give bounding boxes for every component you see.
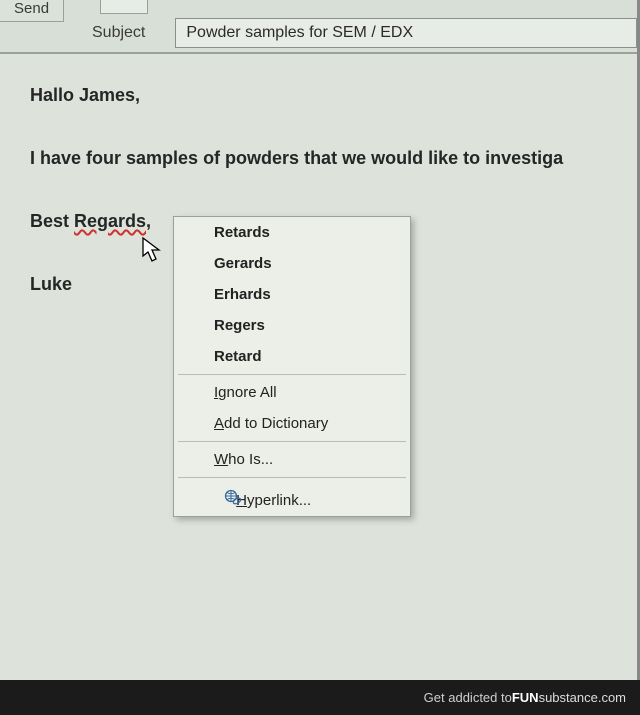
- subject-label: Subject: [82, 20, 163, 46]
- send-button[interactable]: Send: [0, 0, 64, 22]
- spellcheck-context-menu: Retards Gerards Erhards Regers Retard Ig…: [173, 216, 411, 517]
- mouse-cursor-icon: [142, 237, 164, 265]
- watermark-footer: Get addicted to FUNsubstance.com: [0, 680, 640, 715]
- footer-brand: FUN: [512, 690, 539, 705]
- hyperlink-text: yperlink...: [247, 492, 311, 509]
- add-to-dictionary-item[interactable]: Add to Dictionary: [174, 408, 410, 439]
- closing-misspelled-word[interactable]: Regards: [74, 211, 146, 231]
- menu-separator: [178, 477, 406, 478]
- closing-prefix: Best: [30, 211, 74, 231]
- footer-sub: substance: [539, 690, 598, 705]
- whois-text: ho Is...: [228, 451, 273, 468]
- who-is-item[interactable]: Who Is...: [174, 444, 410, 475]
- adddict-text: dd to Dictionary: [224, 415, 328, 432]
- suggestion-item[interactable]: Erhards: [174, 279, 410, 310]
- body-greeting: Hallo James,: [30, 82, 629, 109]
- subject-input[interactable]: [175, 18, 637, 48]
- hyperlink-icon: [224, 489, 242, 509]
- closing-suffix: ,: [146, 211, 151, 231]
- body-paragraph: I have four samples of powders that we w…: [30, 145, 629, 172]
- suggestion-item[interactable]: Regers: [174, 310, 410, 341]
- subject-row: Subject: [82, 18, 637, 48]
- compose-header: Send Subject: [0, 0, 637, 54]
- footer-dot: .com: [598, 690, 626, 705]
- ignore-text: gnore All: [218, 384, 276, 401]
- footer-lead: Get addicted to: [424, 690, 512, 705]
- hyperlink-item[interactable]: Hyperlink...: [174, 480, 410, 516]
- email-compose-window: Send Subject Hallo James, I have four sa…: [0, 0, 640, 680]
- header-small-field[interactable]: [100, 0, 148, 14]
- ignore-all-item[interactable]: Ignore All: [174, 377, 410, 408]
- suggestion-item[interactable]: Retards: [174, 217, 410, 248]
- suggestion-item[interactable]: Retard: [174, 341, 410, 372]
- suggestion-item[interactable]: Gerards: [174, 248, 410, 279]
- menu-separator: [178, 374, 406, 375]
- menu-separator: [178, 441, 406, 442]
